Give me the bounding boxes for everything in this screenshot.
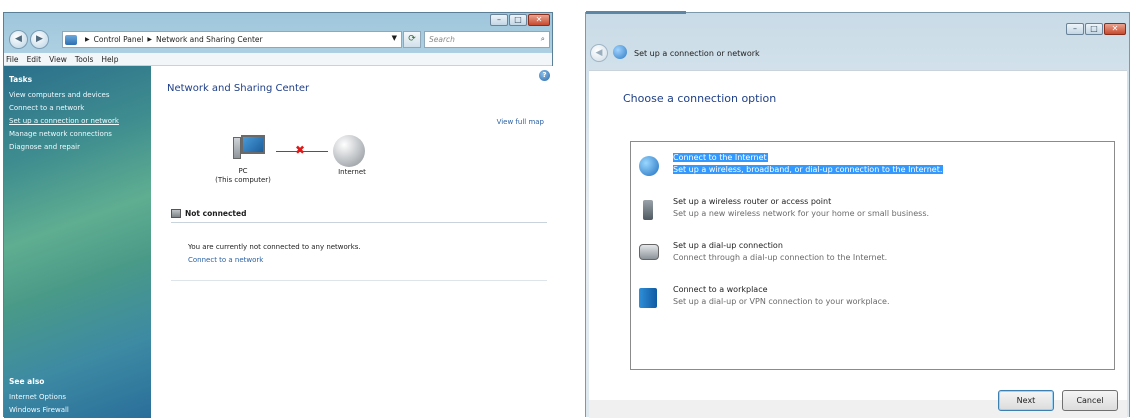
minimize-button[interactable]: – bbox=[490, 14, 508, 26]
maximize-button[interactable]: □ bbox=[509, 14, 527, 26]
search-input[interactable]: Search ⌕ bbox=[424, 31, 550, 48]
menu-file[interactable]: File bbox=[6, 55, 19, 64]
connect-to-network-link[interactable]: Connect to a network bbox=[188, 256, 263, 264]
wizard-heading: Choose a connection option bbox=[623, 92, 777, 105]
chevron-right-icon: ▶ bbox=[85, 36, 90, 43]
wizard-title: Set up a connection or network bbox=[634, 49, 760, 58]
option-description: Set up a wireless, broadband, or dial-up… bbox=[673, 165, 944, 174]
back-button[interactable]: ◀ bbox=[9, 30, 28, 49]
phone-icon bbox=[639, 244, 659, 260]
task-view-computers[interactable]: View computers and devices bbox=[9, 90, 151, 100]
option-title: Set up a wireless router or access point bbox=[673, 197, 832, 206]
option-title: Connect to a workplace bbox=[673, 285, 768, 294]
menu-view[interactable]: View bbox=[49, 55, 67, 64]
globe-icon bbox=[639, 156, 659, 176]
cancel-button[interactable]: Cancel bbox=[1062, 390, 1118, 411]
option-wireless-router[interactable]: Set up a wireless router or access point… bbox=[635, 196, 1111, 223]
internet-label: Internet bbox=[338, 168, 366, 176]
option-connect-internet[interactable]: Connect to the Internet Set up a wireles… bbox=[635, 152, 1111, 179]
task-connect-network[interactable]: Connect to a network bbox=[9, 103, 151, 113]
network-wizard-icon bbox=[613, 45, 627, 59]
menu-tools[interactable]: Tools bbox=[75, 55, 93, 64]
view-full-map-link[interactable]: View full map bbox=[497, 118, 544, 126]
status-title: Not connected bbox=[185, 209, 247, 218]
status-message: You are currently not connected to any n… bbox=[188, 243, 361, 251]
task-manage-connections[interactable]: Manage network connections bbox=[9, 129, 151, 139]
tasks-heading: Tasks bbox=[9, 75, 33, 84]
explorer-chrome: – □ ✕ ◀ ▶ ▶ Control Panel ▶ Network and … bbox=[4, 13, 552, 53]
close-button[interactable]: ✕ bbox=[1104, 23, 1126, 35]
next-button[interactable]: Next bbox=[998, 390, 1054, 411]
search-icon[interactable]: ⌕ bbox=[541, 34, 545, 44]
control-panel-icon bbox=[65, 34, 77, 45]
disconnected-x-icon: ✖ bbox=[295, 143, 306, 157]
option-dial-up[interactable]: Set up a dial-up connection Connect thro… bbox=[635, 240, 1111, 267]
divider bbox=[171, 222, 547, 223]
internet-globe-icon bbox=[333, 135, 365, 167]
pc-label: PC (This computer) bbox=[213, 167, 273, 185]
setup-connection-wizard: – □ ✕ ◀ Set up a connection or network C… bbox=[585, 11, 1130, 418]
tasks-pane: Tasks View computers and devices Connect… bbox=[4, 66, 151, 418]
computer-icon bbox=[233, 135, 265, 161]
close-button[interactable]: ✕ bbox=[528, 14, 550, 26]
back-button[interactable]: ◀ bbox=[590, 44, 608, 62]
connection-options-list[interactable]: Connect to the Internet Set up a wireles… bbox=[630, 141, 1115, 370]
wizard-caption-buttons: – □ ✕ bbox=[1065, 23, 1126, 35]
pc-label-name: PC bbox=[238, 167, 248, 175]
option-description: Set up a dial-up or VPN connection to yo… bbox=[673, 297, 890, 306]
help-icon[interactable]: ? bbox=[539, 70, 550, 81]
explorer-caption-buttons: – □ ✕ bbox=[489, 14, 550, 26]
see-also-internet-options[interactable]: Internet Options bbox=[9, 392, 69, 402]
task-setup-connection[interactable]: Set up a connection or network bbox=[9, 116, 151, 126]
refresh-button[interactable]: ⟳ bbox=[403, 31, 421, 48]
menu-bar: File Edit View Tools Help bbox=[4, 53, 552, 66]
see-also-section: See also Internet Options Windows Firewa… bbox=[9, 377, 69, 418]
router-icon bbox=[643, 200, 653, 220]
network-status-icon bbox=[171, 209, 181, 218]
forward-button[interactable]: ▶ bbox=[30, 30, 49, 49]
option-description: Set up a new wireless network for your h… bbox=[673, 209, 930, 218]
option-description: Connect through a dial-up connection to … bbox=[673, 253, 888, 262]
page-title: Network and Sharing Center bbox=[167, 83, 310, 94]
minimize-button[interactable]: – bbox=[1066, 23, 1084, 35]
breadcrumb-network-center[interactable]: Network and Sharing Center bbox=[156, 35, 263, 44]
pc-label-sub: (This computer) bbox=[215, 176, 271, 184]
breadcrumb-control-panel[interactable]: Control Panel bbox=[94, 35, 144, 44]
chevron-right-icon: ▶ bbox=[147, 36, 152, 43]
network-center-content: ? Network and Sharing Center View full m… bbox=[151, 66, 553, 418]
network-sharing-window: – □ ✕ ◀ ▶ ▶ Control Panel ▶ Network and … bbox=[3, 12, 553, 418]
see-also-heading: See also bbox=[9, 377, 45, 386]
option-workplace[interactable]: Connect to a workplace Set up a dial-up … bbox=[635, 284, 1111, 311]
option-title: Connect to the Internet bbox=[673, 153, 768, 162]
see-also-windows-firewall[interactable]: Windows Firewall bbox=[9, 405, 69, 415]
window-accent bbox=[586, 11, 686, 14]
maximize-button[interactable]: □ bbox=[1085, 23, 1103, 35]
chevron-down-icon[interactable]: ▼ bbox=[392, 34, 397, 42]
divider bbox=[171, 280, 547, 281]
wizard-body: Choose a connection option Connect to th… bbox=[589, 70, 1127, 400]
task-diagnose-repair[interactable]: Diagnose and repair bbox=[9, 142, 151, 152]
workplace-icon bbox=[639, 288, 657, 308]
address-bar[interactable]: ▶ Control Panel ▶ Network and Sharing Ce… bbox=[62, 31, 402, 48]
menu-help[interactable]: Help bbox=[101, 55, 118, 64]
menu-edit[interactable]: Edit bbox=[27, 55, 42, 64]
option-title: Set up a dial-up connection bbox=[673, 241, 783, 250]
search-placeholder: Search bbox=[429, 35, 455, 44]
